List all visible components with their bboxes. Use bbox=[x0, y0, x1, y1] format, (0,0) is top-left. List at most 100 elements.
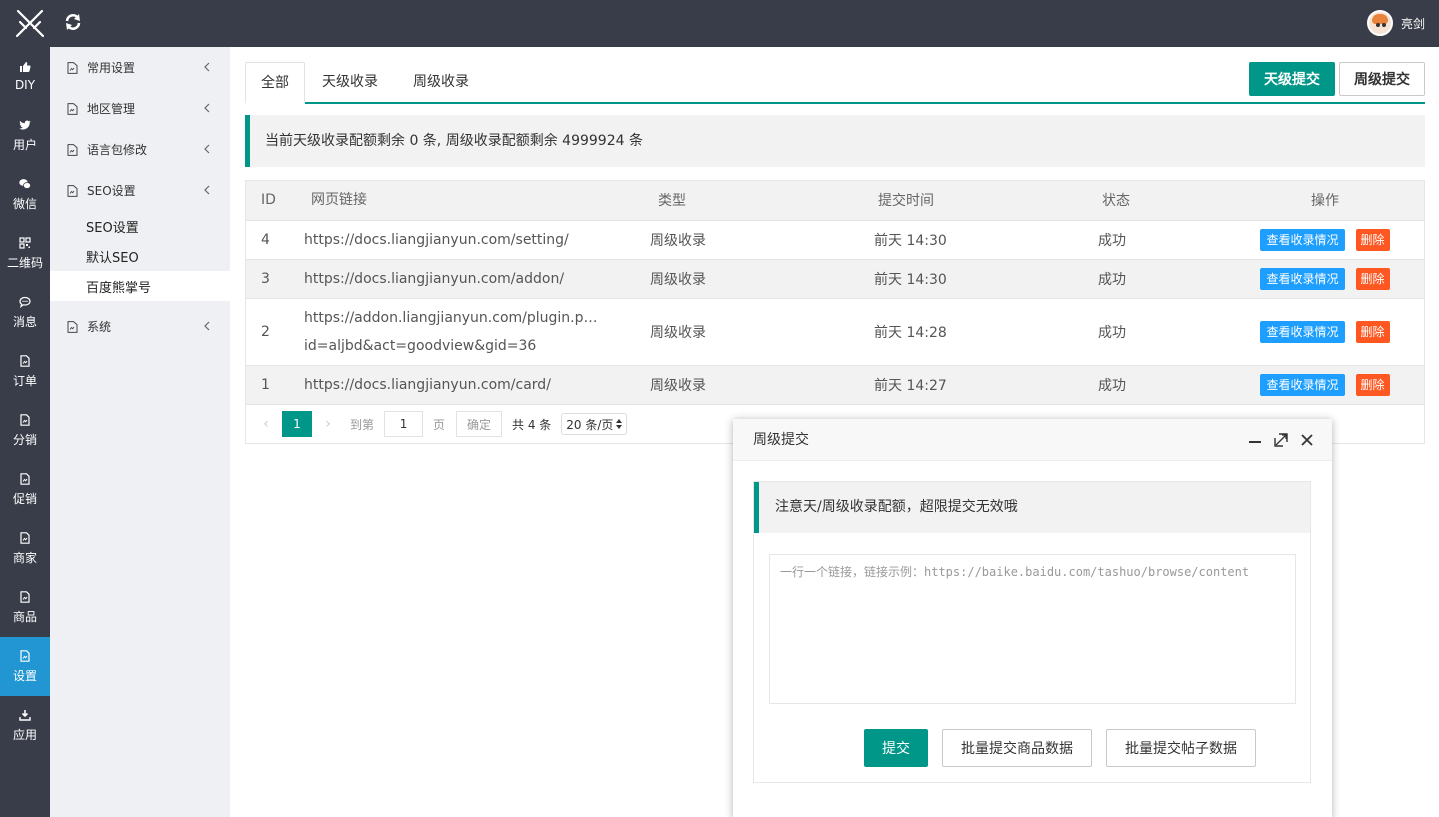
user-name: 亮剑 bbox=[1400, 16, 1425, 31]
view-index-button[interactable]: 查看收录情况 bbox=[1260, 228, 1345, 251]
sidebar-group-label: 地区管理 bbox=[87, 102, 136, 116]
cell-url: https://addon.liangjianyun.com/plugin.p…… bbox=[304, 298, 650, 366]
tab-daily[interactable]: 天级收录 bbox=[309, 62, 391, 103]
week-submit-button[interactable]: 周级提交 bbox=[1339, 62, 1425, 96]
tab-all[interactable]: 全部 bbox=[245, 62, 305, 104]
rail-item-diy[interactable]: DIY bbox=[0, 47, 50, 106]
goto-confirm-button[interactable]: 确定 bbox=[456, 411, 503, 437]
document-icon bbox=[20, 590, 30, 603]
user-menu[interactable]: 亮剑 bbox=[1366, 10, 1425, 36]
tab-weekly[interactable]: 周级收录 bbox=[401, 62, 481, 103]
rail-item-qrcode[interactable]: 二维码 bbox=[0, 224, 50, 283]
dialog-body: 注意天/周级收录配额，超限提交无效哦 提交 批量提交商品数据 批量提交帖子数据 bbox=[753, 481, 1311, 783]
twitter-bird-icon bbox=[19, 119, 31, 129]
current-page[interactable]: 1 bbox=[282, 411, 312, 437]
rail-item-promotion[interactable]: 促销 bbox=[0, 460, 50, 519]
delete-button[interactable]: 删除 bbox=[1355, 320, 1390, 343]
rail-item-messages[interactable]: 消息 bbox=[0, 283, 50, 342]
chevron-left-icon bbox=[204, 62, 210, 72]
document-icon bbox=[67, 143, 78, 156]
rail-label: 消息 bbox=[12, 314, 37, 329]
cell-ops: 查看收录情况 删除 bbox=[1226, 298, 1424, 366]
sidebar-group-seo[interactable]: SEO设置 bbox=[50, 170, 230, 211]
maximize-icon[interactable] bbox=[1274, 433, 1288, 447]
sidebar-item-default-seo[interactable]: 默认SEO bbox=[50, 241, 230, 271]
close-icon[interactable] bbox=[1300, 433, 1314, 447]
goto-label: 到第 bbox=[350, 417, 375, 432]
rail-item-settings[interactable]: 设置 bbox=[0, 637, 50, 696]
sidebar-item-label: SEO设置 bbox=[86, 220, 139, 236]
view-index-button[interactable]: 查看收录情况 bbox=[1260, 373, 1345, 396]
url-text: https://docs.liangjianyun.com/card/ bbox=[304, 376, 551, 393]
rail-label: 订单 bbox=[12, 373, 37, 388]
sidebar-group-label: 常用设置 bbox=[87, 61, 136, 75]
delete-button[interactable]: 删除 bbox=[1355, 228, 1390, 251]
cell-time: 前天 14:30 bbox=[850, 220, 1094, 260]
rail-label: 二维码 bbox=[6, 255, 43, 270]
sidebar-item-seo-settings[interactable]: SEO设置 bbox=[50, 211, 230, 241]
minimize-icon[interactable] bbox=[1248, 433, 1262, 447]
prev-page-icon[interactable]: ‹ bbox=[254, 411, 278, 437]
col-id: ID bbox=[246, 181, 304, 221]
page-size-select[interactable]: 20 条/页 bbox=[561, 413, 628, 435]
download-icon bbox=[19, 709, 31, 721]
rail-label: 设置 bbox=[12, 668, 37, 683]
sidebar-group-region[interactable]: 地区管理 bbox=[50, 88, 230, 129]
cell-state: 成功 bbox=[1094, 259, 1226, 299]
document-icon bbox=[67, 320, 78, 333]
sidebar-item-baidu-xiongzhang[interactable]: 百度熊掌号 bbox=[50, 271, 230, 301]
submit-button[interactable]: 提交 bbox=[864, 729, 928, 767]
document-icon bbox=[67, 102, 78, 115]
rail-item-goods[interactable]: 商品 bbox=[0, 578, 50, 637]
record-tabs: 全部 天级收录 周级收录 bbox=[245, 62, 1425, 104]
total-count: 共 4 条 bbox=[512, 417, 552, 432]
view-index-button[interactable]: 查看收录情况 bbox=[1260, 267, 1345, 290]
table-header-row: ID 网页链接 类型 提交时间 状态 操作 bbox=[246, 181, 1424, 221]
col-ops: 操作 bbox=[1226, 181, 1424, 221]
qrcode-icon bbox=[19, 236, 31, 249]
cell-ops: 查看收录情况 删除 bbox=[1226, 220, 1424, 260]
thumbs-up-icon bbox=[20, 62, 31, 72]
sidebar-group-label: SEO设置 bbox=[87, 184, 136, 198]
batch-submit-posts-button[interactable]: 批量提交帖子数据 bbox=[1106, 729, 1256, 767]
rail-item-merchants[interactable]: 商家 bbox=[0, 519, 50, 578]
day-submit-button[interactable]: 天级提交 bbox=[1249, 62, 1335, 96]
rail-label: 应用 bbox=[12, 727, 37, 742]
sidebar-group-language[interactable]: 语言包修改 bbox=[50, 129, 230, 170]
rail-label: 微信 bbox=[12, 196, 37, 211]
cell-url: https://docs.liangjianyun.com/setting/ bbox=[304, 220, 650, 260]
delete-button[interactable]: 删除 bbox=[1355, 267, 1390, 290]
rail-label: DIY bbox=[14, 78, 36, 92]
next-page-icon[interactable]: › bbox=[316, 411, 340, 437]
cell-id: 2 bbox=[246, 298, 304, 366]
crossed-swords-logo-icon[interactable] bbox=[14, 8, 46, 38]
sidebar-group-common[interactable]: 常用设置 bbox=[50, 47, 230, 88]
url-text: https://addon.liangjianyun.com/plugin.p… bbox=[304, 309, 598, 326]
url-list-textarea[interactable] bbox=[769, 554, 1296, 704]
rail-item-wechat[interactable]: 微信 bbox=[0, 165, 50, 224]
table-row: 1 https://docs.liangjianyun.com/card/ 周级… bbox=[246, 365, 1424, 405]
rail-item-distribution[interactable]: 分销 bbox=[0, 401, 50, 460]
table-row: 2 https://addon.liangjianyun.com/plugin.… bbox=[246, 298, 1424, 366]
dialog-header: 周级提交 bbox=[733, 419, 1332, 461]
rail-item-orders[interactable]: 订单 bbox=[0, 342, 50, 401]
sidebar-item-label: 默认SEO bbox=[86, 250, 139, 266]
rail-item-users[interactable]: 用户 bbox=[0, 106, 50, 165]
document-icon bbox=[67, 184, 78, 197]
col-time: 提交时间 bbox=[850, 181, 1094, 221]
view-index-button[interactable]: 查看收录情况 bbox=[1260, 320, 1345, 343]
document-icon bbox=[20, 531, 30, 544]
goto-page-input[interactable] bbox=[384, 411, 424, 437]
cell-type: 周级收录 bbox=[650, 259, 850, 299]
sidebar-group-system[interactable]: 系统 bbox=[50, 306, 230, 347]
col-url: 网页链接 bbox=[304, 181, 650, 221]
batch-submit-goods-button[interactable]: 批量提交商品数据 bbox=[942, 729, 1092, 767]
document-icon bbox=[20, 472, 30, 485]
delete-button[interactable]: 删除 bbox=[1355, 373, 1390, 396]
url-text-continued: id=aljbd&act=goodview&gid=36 bbox=[304, 337, 537, 354]
refresh-icon[interactable] bbox=[64, 13, 82, 31]
cell-state: 成功 bbox=[1094, 298, 1226, 366]
cell-type: 周级收录 bbox=[650, 298, 850, 366]
rail-item-apps[interactable]: 应用 bbox=[0, 696, 50, 755]
rail-label: 商家 bbox=[12, 550, 37, 565]
